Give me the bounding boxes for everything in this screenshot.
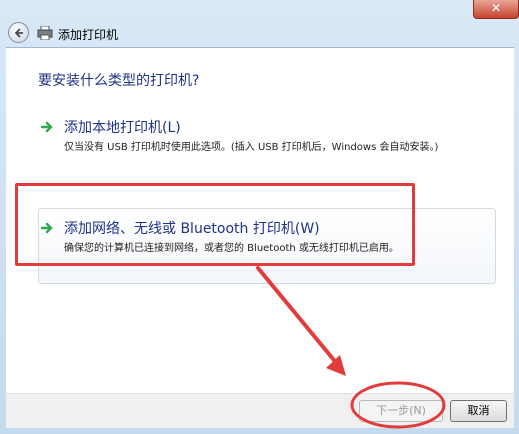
- printer-icon: [37, 26, 53, 40]
- option-local-title: 添加本地打印机(L): [64, 120, 181, 136]
- cancel-button[interactable]: 取消: [450, 400, 507, 422]
- next-button[interactable]: 下一步(N): [359, 400, 443, 422]
- wizard-window: ✕ 添加打印机 要安装什么类型的打印机? 添加本地打印机(L) 仅当没有 USB…: [0, 0, 519, 434]
- close-button[interactable]: ✕: [473, 0, 519, 19]
- option-local-printer[interactable]: 添加本地打印机(L) 仅当没有 USB 打印机时使用此选项。(插入 USB 打印…: [38, 117, 494, 157]
- green-arrow-icon: [41, 121, 53, 133]
- page-heading: 要安装什么类型的打印机?: [38, 73, 200, 89]
- back-button[interactable]: [8, 22, 29, 43]
- title-bar: 添加打印机: [6, 20, 306, 48]
- footer-bar: 下一步(N) 取消: [6, 393, 514, 428]
- option-local-description: 仅当没有 USB 打印机时使用此选项。(插入 USB 打印机后，Windows …: [64, 142, 439, 153]
- close-icon: ✕: [490, 1, 502, 15]
- window-title: 添加打印机: [58, 28, 119, 42]
- back-arrow-icon: [14, 28, 23, 38]
- annotation-highlight-box: [15, 183, 415, 266]
